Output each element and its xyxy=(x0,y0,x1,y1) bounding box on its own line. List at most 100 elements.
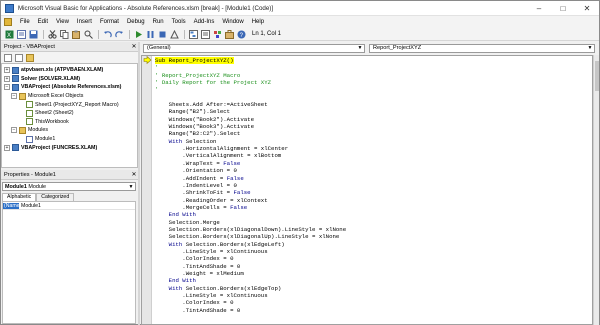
tree-item-label: VBAProject (Absolute References.xlsm) xyxy=(21,84,122,91)
cut-icon[interactable] xyxy=(47,29,57,39)
menu-insert[interactable]: Insert xyxy=(73,19,96,25)
tree-item-modules[interactable]: − Modules xyxy=(2,126,137,135)
project-explorer-icon[interactable] xyxy=(188,29,198,39)
tab-alphabetic[interactable]: Alphabetic xyxy=(2,193,37,201)
pane-splitter[interactable] xyxy=(138,42,140,325)
menu-file[interactable]: File xyxy=(16,19,34,25)
code-line: With Selection.Borders(xlEdgeLeft) xyxy=(168,240,285,248)
menu-view[interactable]: View xyxy=(52,19,73,25)
tree-item-funcres[interactable]: + VBAProject (FUNCRES.XLAM) xyxy=(2,143,137,152)
module-icon xyxy=(26,135,33,143)
tree-item-module1[interactable]: Module1 xyxy=(2,135,137,144)
save-icon[interactable] xyxy=(28,29,38,39)
breakpoint-margin[interactable] xyxy=(142,56,152,324)
project-pane-title: Project - VBAProject xyxy=(4,43,55,50)
code-editor[interactable]: Sub Report_ProjectXYZ() ' ' Report_Project… xyxy=(141,55,593,325)
menu-format[interactable]: Format xyxy=(96,19,123,25)
chevron-down-icon[interactable]: ▼ xyxy=(127,184,135,190)
menu-run[interactable]: Run xyxy=(149,19,168,25)
expand-icon[interactable]: + xyxy=(4,67,10,74)
tree-item-label: Sheet1 (ProjectXYZ_Report Macro) xyxy=(35,101,119,108)
folder-icon xyxy=(19,126,26,134)
toolbar-separator xyxy=(43,29,44,39)
property-value[interactable]: Module1 xyxy=(19,203,135,209)
view-code-icon[interactable] xyxy=(4,53,12,62)
menu-add-ins[interactable]: Add-Ins xyxy=(190,19,219,25)
collapse-icon[interactable]: − xyxy=(11,93,17,100)
maximize-button[interactable]: □ xyxy=(551,1,575,16)
project-toolbar xyxy=(1,52,138,63)
property-row[interactable]: (Name) Module1 xyxy=(3,202,135,210)
view-object-icon[interactable] xyxy=(15,53,23,62)
code-line: .Orientation = 0 xyxy=(155,167,237,175)
code-line: .ColorIndex = 0 xyxy=(155,299,234,307)
object-selector[interactable]: Module1 Module ▼ xyxy=(2,182,136,191)
help-icon[interactable]: ? xyxy=(236,29,246,39)
tree-item-excel-objects[interactable]: − Microsoft Excel Objects xyxy=(2,92,137,101)
tree-item-vbaproject-absolute[interactable]: − VBAProject (Absolute References.xlsm) xyxy=(2,83,137,92)
procedure-combo[interactable]: Report_ProjectXYZ ▼ xyxy=(369,43,595,53)
toggle-folders-icon[interactable] xyxy=(26,53,34,62)
project-icon xyxy=(12,144,19,152)
tree-item-thisworkbook[interactable]: ThisWorkbook xyxy=(2,118,137,127)
project-pane-close-button[interactable]: ✕ xyxy=(130,43,138,50)
object-type: Module xyxy=(28,183,47,190)
code-scrollbar[interactable] xyxy=(593,55,599,325)
tree-item-label: Solver (SOLVER.XLAM) xyxy=(21,75,81,82)
tree-item-label: ThisWorkbook xyxy=(35,118,69,125)
copy-icon[interactable] xyxy=(59,29,69,39)
code-line: Selection.Borders(xlDiagonalDown).LineSt… xyxy=(155,225,347,233)
scrollbar-thumb[interactable] xyxy=(595,61,599,91)
expand-icon[interactable]: + xyxy=(4,75,10,82)
redo-icon[interactable] xyxy=(114,29,124,39)
vba-app-icon xyxy=(5,3,14,13)
tree-item-sheet1[interactable]: Sheet1 (ProjectXYZ_Report Macro) xyxy=(2,100,137,109)
code-line: .VerticalAlignment = xlBottom xyxy=(155,152,282,160)
object-browser-icon[interactable] xyxy=(212,29,222,39)
tree-item-atpvbaen[interactable]: + atpvbaen.xls (ATPVBAEN.XLAM) xyxy=(2,66,137,75)
menu-window[interactable]: Window xyxy=(218,19,247,25)
reset-icon[interactable] xyxy=(157,29,167,39)
svg-text:X: X xyxy=(7,33,11,39)
minimize-button[interactable]: – xyxy=(527,1,551,16)
vba-editor-window: Microsoft Visual Basic for Applications … xyxy=(0,0,600,325)
excel-view-icon[interactable]: X xyxy=(4,29,14,39)
collapse-icon[interactable]: − xyxy=(4,84,10,91)
undo-icon[interactable] xyxy=(102,29,112,39)
collapse-icon[interactable]: − xyxy=(11,127,17,134)
toolbar-separator xyxy=(184,29,185,39)
toolbox-icon[interactable] xyxy=(224,29,234,39)
chevron-down-icon[interactable]: ▼ xyxy=(356,45,364,51)
properties-window-icon[interactable] xyxy=(200,29,210,39)
object-combo[interactable]: (General) ▼ xyxy=(143,43,365,53)
close-button[interactable]: ✕ xyxy=(575,1,599,16)
menu-help[interactable]: Help xyxy=(248,19,268,25)
paste-icon[interactable] xyxy=(71,29,81,39)
procedure-combo-value: Report_ProjectXYZ xyxy=(373,45,422,51)
find-icon[interactable] xyxy=(83,29,93,39)
tree-item-label: Microsoft Excel Objects xyxy=(28,93,84,100)
tree-item-label: Sheet2 (Sheet2) xyxy=(35,110,74,117)
code-line: .LineStyle = xlContinuous xyxy=(155,292,268,299)
tree-item-label: Modules xyxy=(28,127,49,134)
current-line-highlight: Sub Report_ProjectXYZ() xyxy=(155,57,234,64)
expand-icon[interactable]: + xyxy=(4,144,10,151)
tab-categorized[interactable]: Categorized xyxy=(36,193,75,201)
module-icon[interactable] xyxy=(4,18,12,26)
menu-bar: File Edit View Insert Format Debug Run T… xyxy=(1,16,599,28)
run-icon[interactable] xyxy=(133,29,143,39)
menu-tools[interactable]: Tools xyxy=(168,19,190,25)
project-tree: + atpvbaen.xls (ATPVBAEN.XLAM) + Solver … xyxy=(1,63,138,168)
insert-module-icon[interactable] xyxy=(16,29,26,39)
code-line: .Weight = xlMedium xyxy=(155,269,244,277)
code-line: End With xyxy=(168,211,196,219)
break-icon[interactable] xyxy=(145,29,155,39)
chevron-down-icon[interactable]: ▼ xyxy=(586,45,594,51)
code-line: Windows("Book3").Activate xyxy=(155,123,254,131)
tree-item-sheet2[interactable]: Sheet2 (Sheet2) xyxy=(2,109,137,118)
design-mode-icon[interactable] xyxy=(169,29,179,39)
menu-edit[interactable]: Edit xyxy=(34,19,52,25)
menu-debug[interactable]: Debug xyxy=(123,19,149,25)
properties-pane-close-button[interactable]: ✕ xyxy=(130,171,138,178)
tree-item-solver[interactable]: + Solver (SOLVER.XLAM) xyxy=(2,75,137,84)
